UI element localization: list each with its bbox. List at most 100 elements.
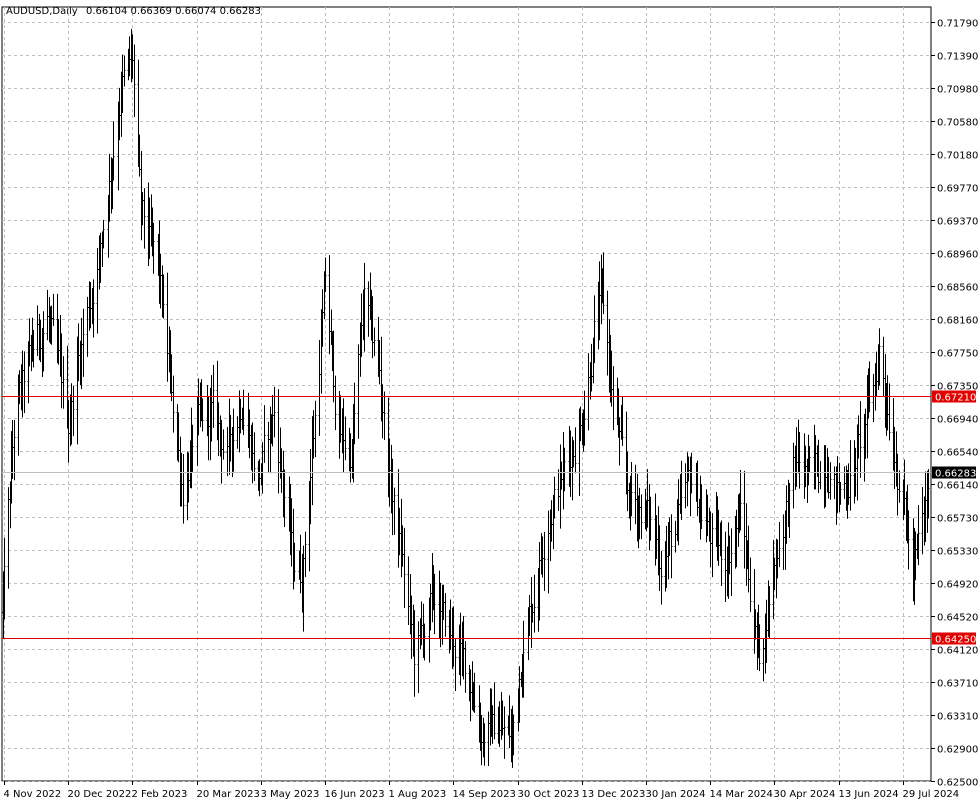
ohlc-bar <box>166 272 169 382</box>
ohlc-bar <box>898 470 901 503</box>
ohlc-bar <box>843 466 846 499</box>
y-tick-label: 0.71790 <box>937 19 978 30</box>
ohlc-bar <box>557 469 560 511</box>
y-tick-label: 0.66140 <box>937 481 978 492</box>
y-tick-label: 0.70180 <box>937 151 978 162</box>
ohlc-bar <box>86 296 89 357</box>
ohlc-bar <box>263 405 266 463</box>
x-tick-label: 2 Feb 2023 <box>132 789 188 800</box>
ohlc-bar <box>730 528 733 597</box>
ohlc-bar <box>711 513 714 578</box>
y-tick-label: 0.67350 <box>937 382 978 393</box>
ohlc-bar <box>792 442 795 509</box>
ohlc-bar <box>334 375 337 431</box>
y-tick-label: 0.69370 <box>937 217 978 228</box>
ohlc-bar <box>357 344 360 439</box>
ohlc-bar <box>503 706 506 759</box>
ohlc-bar <box>833 466 836 500</box>
x-tick-label: 4 Nov 2022 <box>4 789 62 800</box>
x-tick-label: 20 Mar 2023 <box>197 789 260 800</box>
ohlc-bar <box>367 281 370 337</box>
ohlc-bar <box>921 487 924 555</box>
ohlc-bar <box>782 514 785 570</box>
ohlc-bar <box>670 514 673 579</box>
ohlc-bar <box>7 487 10 589</box>
ohlc-bar <box>493 682 496 740</box>
ohlc-bar <box>487 711 490 767</box>
level-price-label: 0.67210 <box>935 393 976 404</box>
y-tick-label: 0.65330 <box>937 547 978 558</box>
x-tick-label: 3 May 2023 <box>261 789 320 800</box>
ohlc-bar <box>222 429 225 460</box>
y-tick-label: 0.64120 <box>937 646 978 657</box>
ohlc-bar <box>882 336 885 397</box>
y-tick-label: 0.70580 <box>937 118 978 129</box>
ohlc-bar <box>587 353 590 431</box>
ohlc-bar <box>762 637 765 682</box>
price-axis: 0.71790 0.71390 0.70980 0.70580 0.70180 0.697… <box>931 19 978 789</box>
y-tick-label: 0.71390 <box>937 52 978 63</box>
ohlc-bar <box>674 520 677 553</box>
x-tick-label: 30 Apr 2024 <box>774 789 836 800</box>
ohlc-bar <box>46 289 49 341</box>
ohlc-bar <box>96 247 99 334</box>
ohlc-bar <box>660 550 663 605</box>
ohlc-bar <box>52 293 55 326</box>
x-tick-label: 13 Dec 2023 <box>582 789 646 800</box>
y-tick-label: 0.66940 <box>937 415 978 426</box>
x-tick-label: 30 Jan 2024 <box>646 789 706 800</box>
ohlc-bars <box>2 28 930 768</box>
y-tick-label: 0.66540 <box>937 448 978 459</box>
ohlc-bar <box>872 373 875 422</box>
y-tick-label: 0.62900 <box>937 745 978 756</box>
x-tick-label: 13 Jun 2024 <box>839 789 899 800</box>
ohlc-bar <box>344 416 347 461</box>
ohlc-bar <box>13 419 16 481</box>
ohlc-bar <box>123 55 126 87</box>
ohlc-bar <box>849 440 852 511</box>
x-tick-label: 20 Dec 2022 <box>68 789 132 800</box>
x-tick-label: 30 Oct 2023 <box>518 789 580 800</box>
ohlc-bar <box>267 421 270 473</box>
x-tick-label: 14 Sep 2023 <box>453 789 516 800</box>
plot-frame <box>1 6 932 782</box>
ohlc-bar <box>574 427 577 474</box>
ohlc-bar <box>383 391 386 440</box>
y-tick-label: 0.68160 <box>937 316 978 327</box>
ohlc-bar <box>182 454 185 524</box>
ohlc-bar <box>62 356 65 409</box>
ohlc-bar <box>634 464 637 525</box>
ohlc-bar <box>236 416 239 449</box>
y-tick-label: 0.70980 <box>937 85 978 96</box>
time-axis: 4 Nov 2022 20 Dec 2022 2 Feb 2023 20 Mar 20… <box>4 781 959 800</box>
ohlc-bar <box>543 531 546 592</box>
y-tick-label: 0.63310 <box>937 712 978 723</box>
level-price-label: 0.64250 <box>935 635 976 646</box>
x-tick-label: 16 Jun 2023 <box>325 789 385 800</box>
ohlc-bar <box>403 527 406 608</box>
y-tick-label: 0.65730 <box>937 514 978 525</box>
ohlc-bar <box>444 593 447 637</box>
ohlc-bar <box>143 188 146 249</box>
price-chart: 0.67210 0.64250 0.66283 0.71790 0.71390 0.70… <box>1 6 978 800</box>
ohlc-bar <box>304 531 307 578</box>
ohlc-bar <box>640 494 643 540</box>
x-tick-label: 1 Aug 2023 <box>389 789 447 800</box>
ohlc-bar <box>454 639 457 691</box>
y-tick-label: 0.63710 <box>937 679 978 690</box>
ohlc-bar <box>373 327 376 357</box>
ohlc-bar <box>749 557 752 613</box>
ohlc-bar <box>253 432 256 481</box>
ohlc-bar <box>23 351 26 413</box>
x-tick-label: 14 Mar 2024 <box>710 789 773 800</box>
y-tick-label: 0.68960 <box>937 250 978 261</box>
ohlc-bar <box>36 305 39 357</box>
ohlc-bar <box>464 640 467 693</box>
ohlc-bar <box>829 462 832 500</box>
ohlc-bar <box>277 389 280 494</box>
ohlc-bar <box>743 470 746 569</box>
ohlc-bar <box>273 386 276 438</box>
ohlc-bar <box>547 510 550 594</box>
ohlc-bar <box>407 556 410 625</box>
ohlc-bar <box>533 574 536 633</box>
